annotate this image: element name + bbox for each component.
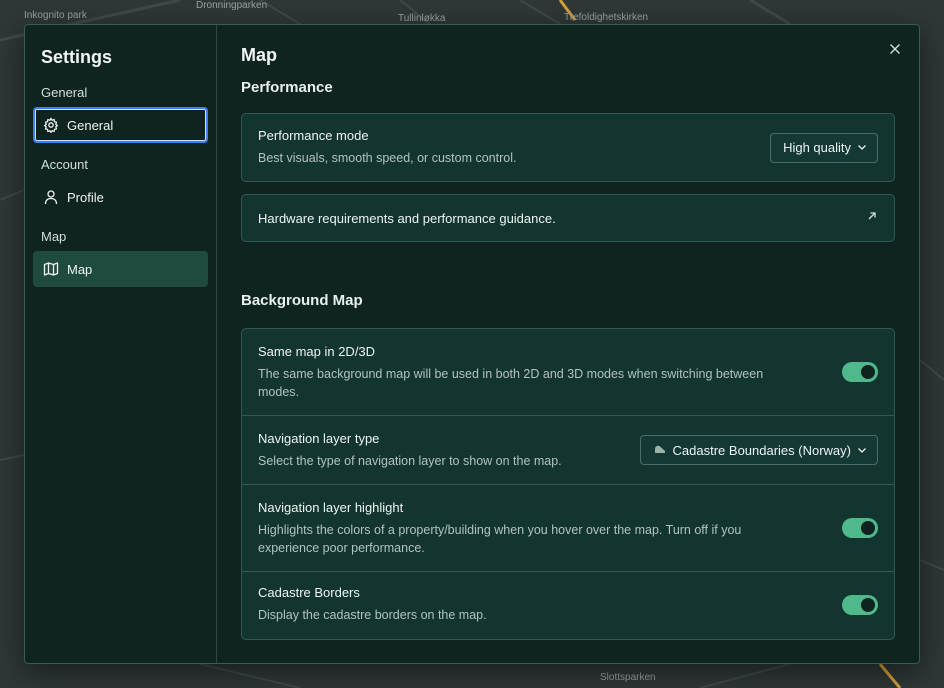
same-map-desc: The same background map will be used in … (258, 366, 764, 399)
chevron-down-icon (857, 140, 867, 155)
section-label-map: Map (41, 229, 67, 244)
performance-mode-value: High quality (783, 140, 851, 155)
performance-mode-row: Performance mode Best visuals, smooth sp… (242, 114, 894, 181)
map-label: Tullinløkka (398, 13, 446, 24)
sidebar-item-label: Map (67, 261, 93, 277)
sidebar-item-general[interactable]: General (33, 107, 208, 143)
background-map-card: Same map in 2D/3D The same background ma… (241, 328, 895, 640)
nav-layer-type-value: Cadastre Boundaries (Norway) (672, 442, 851, 458)
cadastre-borders-desc: Display the cadastre borders on the map. (258, 608, 487, 622)
map-label: Inkognito park (24, 10, 87, 21)
nav-layer-type-title: Navigation layer type (258, 430, 380, 446)
same-map-toggle[interactable] (842, 362, 878, 382)
map-label: Dronningparken (196, 0, 268, 11)
external-link-icon (866, 209, 878, 227)
cadastre-borders-row: Cadastre Borders Display the cadastre bo… (242, 571, 894, 637)
section-label-account: Account (41, 157, 88, 172)
nav-layer-type-desc: Select the type of navigation layer to s… (258, 453, 562, 468)
layer-icon (653, 442, 667, 459)
chevron-down-icon (857, 443, 867, 458)
user-icon (43, 189, 59, 205)
gear-icon (43, 117, 59, 133)
cadastre-borders-toggle[interactable] (842, 594, 878, 615)
map-label: Slottsparken (600, 672, 656, 683)
performance-heading: Performance (241, 79, 333, 96)
settings-dialog: Settings General General Account Profile… (24, 24, 920, 664)
performance-mode-desc: Best visuals, smooth speed, or custom co… (258, 151, 517, 165)
cadastre-borders-title: Cadastre Borders (258, 585, 360, 600)
sidebar-item-profile[interactable]: Profile (33, 179, 208, 215)
guidance-card[interactable]: Hardware requirements and performance gu… (241, 194, 895, 242)
same-map-title: Same map in 2D/3D (258, 343, 376, 359)
close-icon[interactable] (887, 41, 903, 57)
map-label: Trefoldighetskirken (564, 12, 649, 23)
nav-layer-type-row: Navigation layer type Select the type of… (242, 415, 894, 484)
nav-layer-type-select[interactable]: Cadastre Boundaries (Norway) (639, 435, 878, 465)
performance-mode-select[interactable]: High quality (770, 132, 878, 163)
performance-mode-title: Performance mode (258, 128, 369, 143)
sidebar-item-map[interactable]: Map (33, 251, 208, 287)
same-map-row: Same map in 2D/3D The same background ma… (242, 329, 894, 415)
sidebar-item-label: General (67, 117, 114, 133)
nav-layer-highlight-toggle[interactable] (842, 518, 878, 538)
guidance-link[interactable]: Hardware requirements and performance gu… (258, 211, 866, 226)
guidance-row[interactable]: Hardware requirements and performance gu… (242, 195, 894, 241)
section-label-general: General (41, 85, 88, 100)
sidebar-title: Settings (41, 47, 113, 67)
map-icon (43, 261, 59, 277)
nav-layer-highlight-row: Navigation layer highlight Highlights th… (242, 484, 894, 571)
settings-sidebar: Settings General General Account Profile… (25, 25, 217, 663)
page-title: Map (241, 45, 277, 65)
settings-content: Map Performance Performance mode Best vi… (217, 25, 919, 663)
background-map-heading: Background Map (241, 292, 363, 309)
performance-mode-card: Performance mode Best visuals, smooth sp… (241, 113, 895, 182)
sidebar-item-label: Profile (67, 189, 104, 205)
nav-layer-highlight-desc: Highlights the colors of a property/buil… (258, 522, 742, 555)
nav-layer-highlight-title: Navigation layer highlight (258, 499, 404, 515)
